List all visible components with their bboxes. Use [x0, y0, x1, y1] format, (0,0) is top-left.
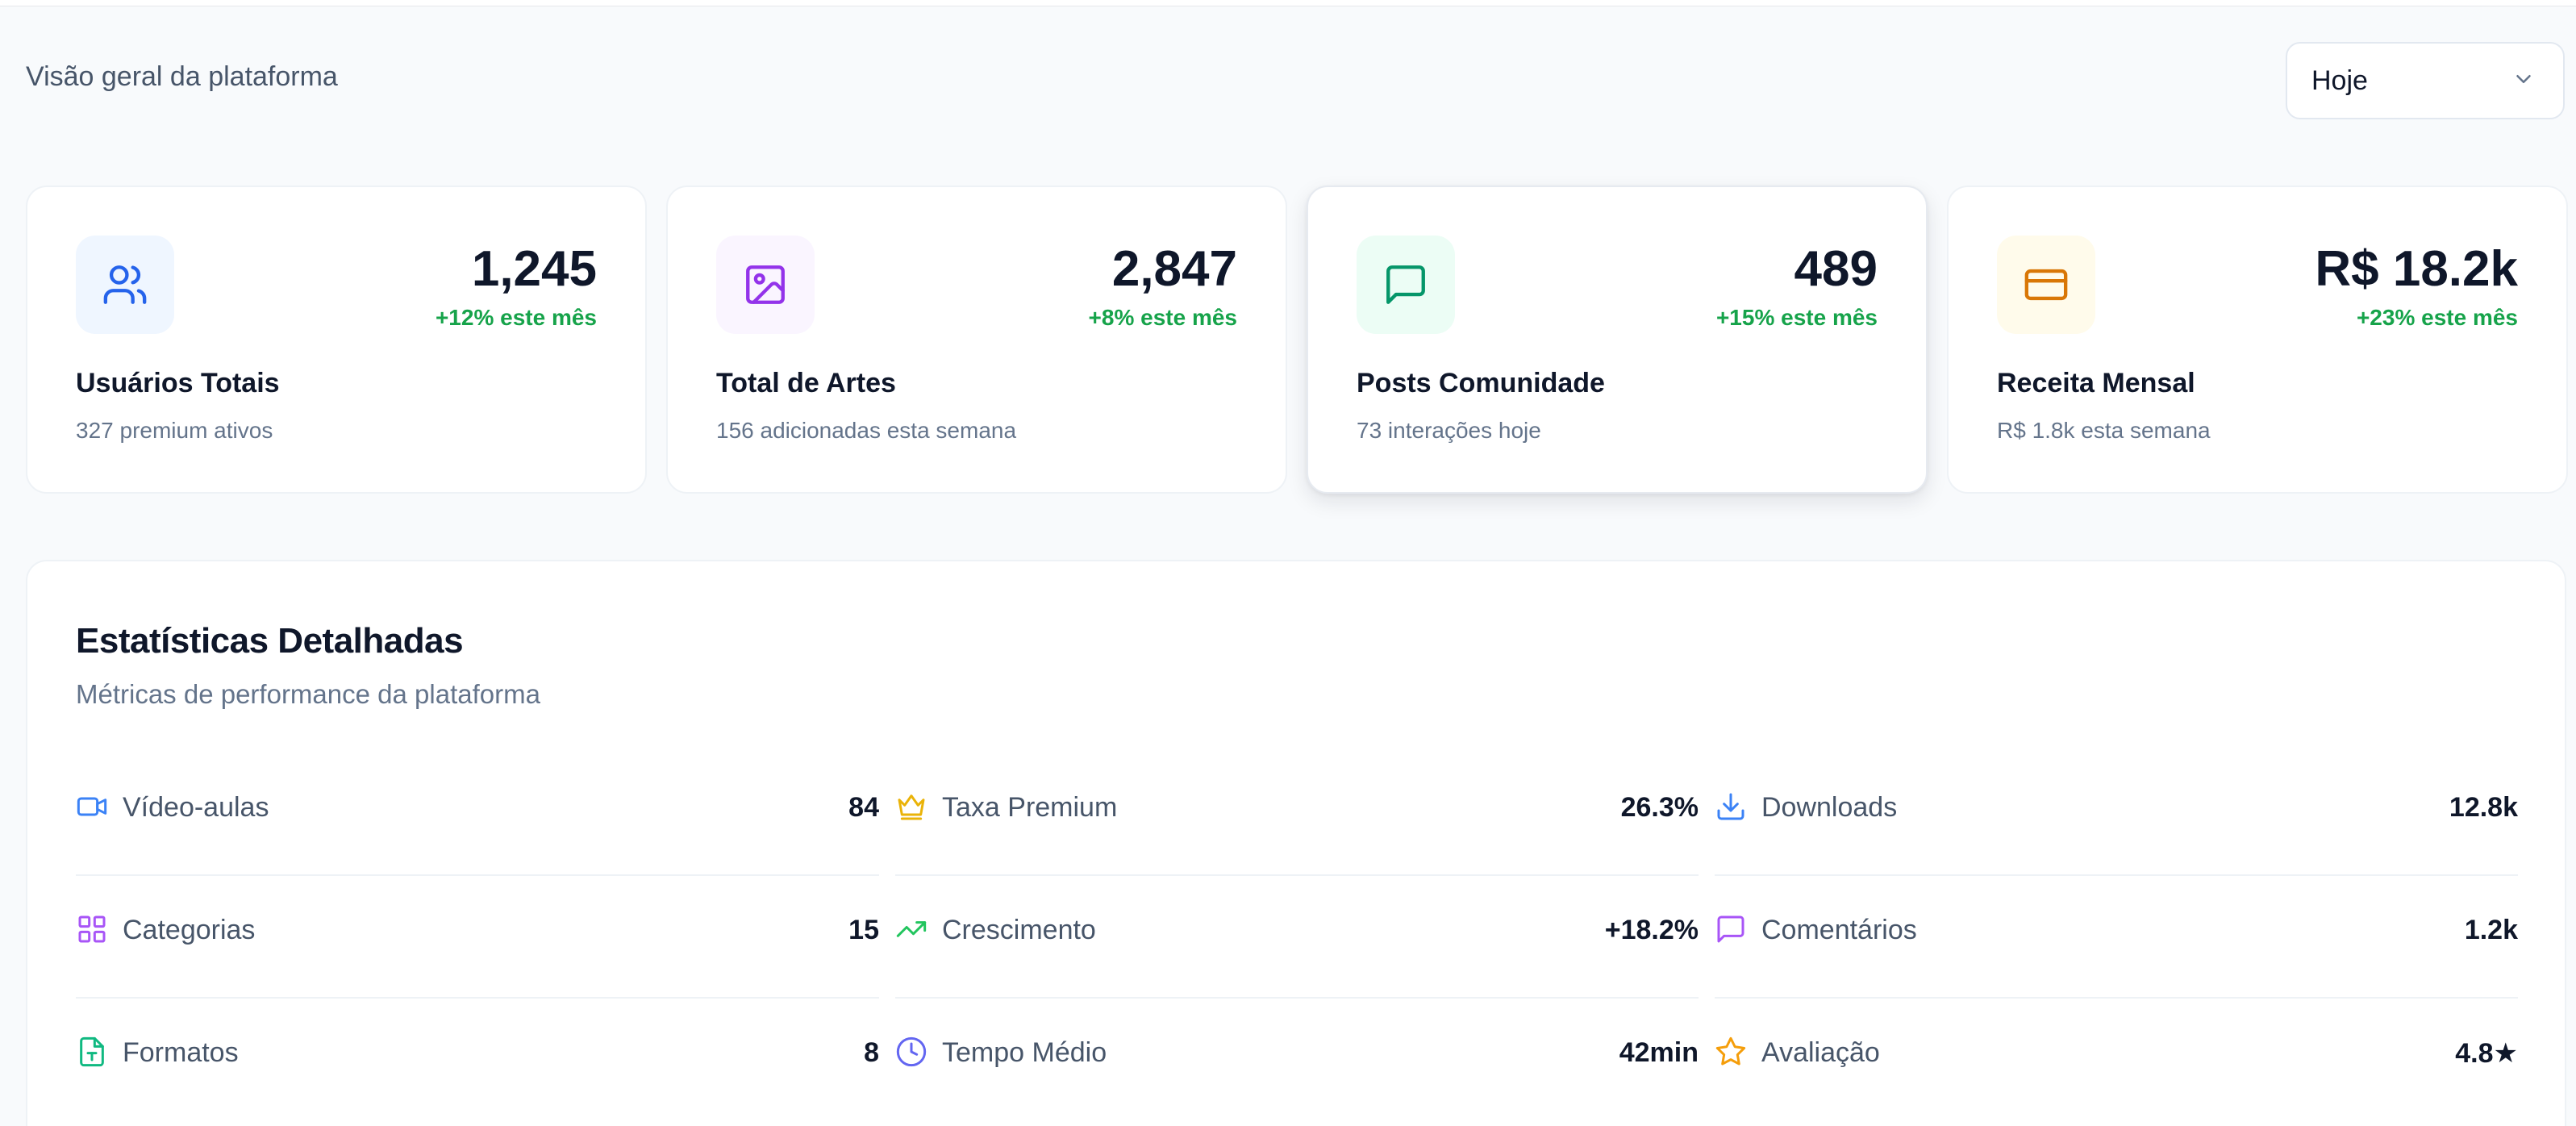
- panel-subtitle: Métricas de performance da plataforma: [76, 679, 540, 709]
- detailed-stats-panel: Estatísticas Detalhadas Métricas de perf…: [26, 560, 2566, 1126]
- card-title: Receita Mensal: [1997, 368, 2195, 398]
- stat-label: Crescimento: [942, 915, 1096, 945]
- credit-card-icon: [1997, 236, 2095, 334]
- stat-item-crescimento: Crescimento +18.2%: [895, 876, 1699, 999]
- stat-label: Vídeo-aulas: [123, 792, 269, 823]
- video-icon: [76, 790, 108, 823]
- card-subtitle: 156 adicionadas esta semana: [716, 418, 1017, 443]
- message-square-icon: [1715, 913, 1747, 945]
- card-value: 1,245: [471, 241, 597, 297]
- stat-item-video-aulas: Vídeo-aulas 84: [76, 753, 879, 876]
- stat-card-receita: R$ 18.2k +23% este mês Receita Mensal R$…: [1947, 186, 2568, 494]
- stat-item-comentarios: Comentários 1.2k: [1715, 876, 2518, 999]
- file-type-icon: [76, 1036, 108, 1068]
- card-value: R$ 18.2k: [2315, 241, 2518, 297]
- stat-label: Avaliação: [1761, 1037, 1880, 1068]
- stat-value: +18.2%: [1604, 915, 1699, 945]
- chevron-down-icon: [2511, 67, 2536, 95]
- crown-icon: [895, 790, 927, 823]
- card-change: +23% este mês: [2356, 305, 2518, 330]
- panel-title: Estatísticas Detalhadas: [76, 621, 464, 661]
- stat-card-artes: 2,847 +8% este mês Total de Artes 156 ad…: [666, 186, 1287, 494]
- users-icon: [76, 236, 174, 334]
- grid-icon: [76, 913, 108, 945]
- card-value: 489: [1794, 241, 1878, 297]
- summary-cards: 1,245 +12% este mês Usuários Totais 327 …: [26, 186, 2568, 494]
- stat-card-users: 1,245 +12% este mês Usuários Totais 327 …: [26, 186, 647, 494]
- stat-item-formatos: Formatos 8: [76, 999, 879, 1121]
- card-title: Total de Artes: [716, 368, 896, 398]
- stat-item-avaliacao: Avaliação 4.8★: [1715, 999, 2518, 1121]
- clock-icon: [895, 1036, 927, 1068]
- card-value: 2,847: [1111, 241, 1237, 297]
- stat-label: Downloads: [1761, 792, 1898, 823]
- stat-value: 15: [848, 915, 879, 945]
- stat-value: 84: [848, 792, 879, 823]
- stat-item-downloads: Downloads 12.8k: [1715, 753, 2518, 876]
- stat-value: 1.2k: [2464, 915, 2518, 945]
- stat-label: Taxa Premium: [942, 792, 1118, 823]
- stat-label: Categorias: [123, 915, 256, 945]
- card-change: +12% este mês: [435, 305, 597, 330]
- card-title: Posts Comunidade: [1357, 368, 1605, 398]
- period-select[interactable]: Hoje: [2286, 42, 2565, 119]
- card-change: +15% este mês: [1715, 305, 1878, 330]
- stat-card-posts: 489 +15% este mês Posts Comunidade 73 in…: [1307, 186, 1928, 494]
- period-select-value: Hoje: [2311, 65, 2368, 96]
- stat-label: Formatos: [123, 1037, 239, 1068]
- page-subtitle: Visão geral da plataforma: [26, 61, 338, 92]
- download-icon: [1715, 790, 1747, 823]
- stat-value: 12.8k: [2449, 792, 2518, 823]
- stat-value: 42min: [1619, 1037, 1699, 1068]
- stat-label: Tempo Médio: [942, 1037, 1107, 1068]
- card-subtitle: 73 interações hoje: [1357, 418, 1541, 443]
- stat-value: 26.3%: [1620, 792, 1699, 823]
- trending-up-icon: [895, 913, 927, 945]
- message-square-icon: [1357, 236, 1455, 334]
- stat-item-categorias: Categorias 15: [76, 876, 879, 999]
- card-change: +8% este mês: [1088, 305, 1237, 330]
- stat-value: 4.8★: [2455, 1038, 2518, 1069]
- image-icon: [716, 236, 815, 334]
- stat-label: Comentários: [1761, 915, 1917, 945]
- stat-item-taxa-premium: Taxa Premium 26.3%: [895, 753, 1699, 876]
- card-title: Usuários Totais: [76, 368, 280, 398]
- stat-item-tempo-medio: Tempo Médio 42min: [895, 999, 1699, 1121]
- card-subtitle: R$ 1.8k esta semana: [1997, 418, 2211, 443]
- top-bar: [0, 0, 2576, 6]
- card-subtitle: 327 premium ativos: [76, 418, 273, 443]
- star-icon: [1715, 1036, 1747, 1068]
- stat-value: 8: [864, 1037, 879, 1068]
